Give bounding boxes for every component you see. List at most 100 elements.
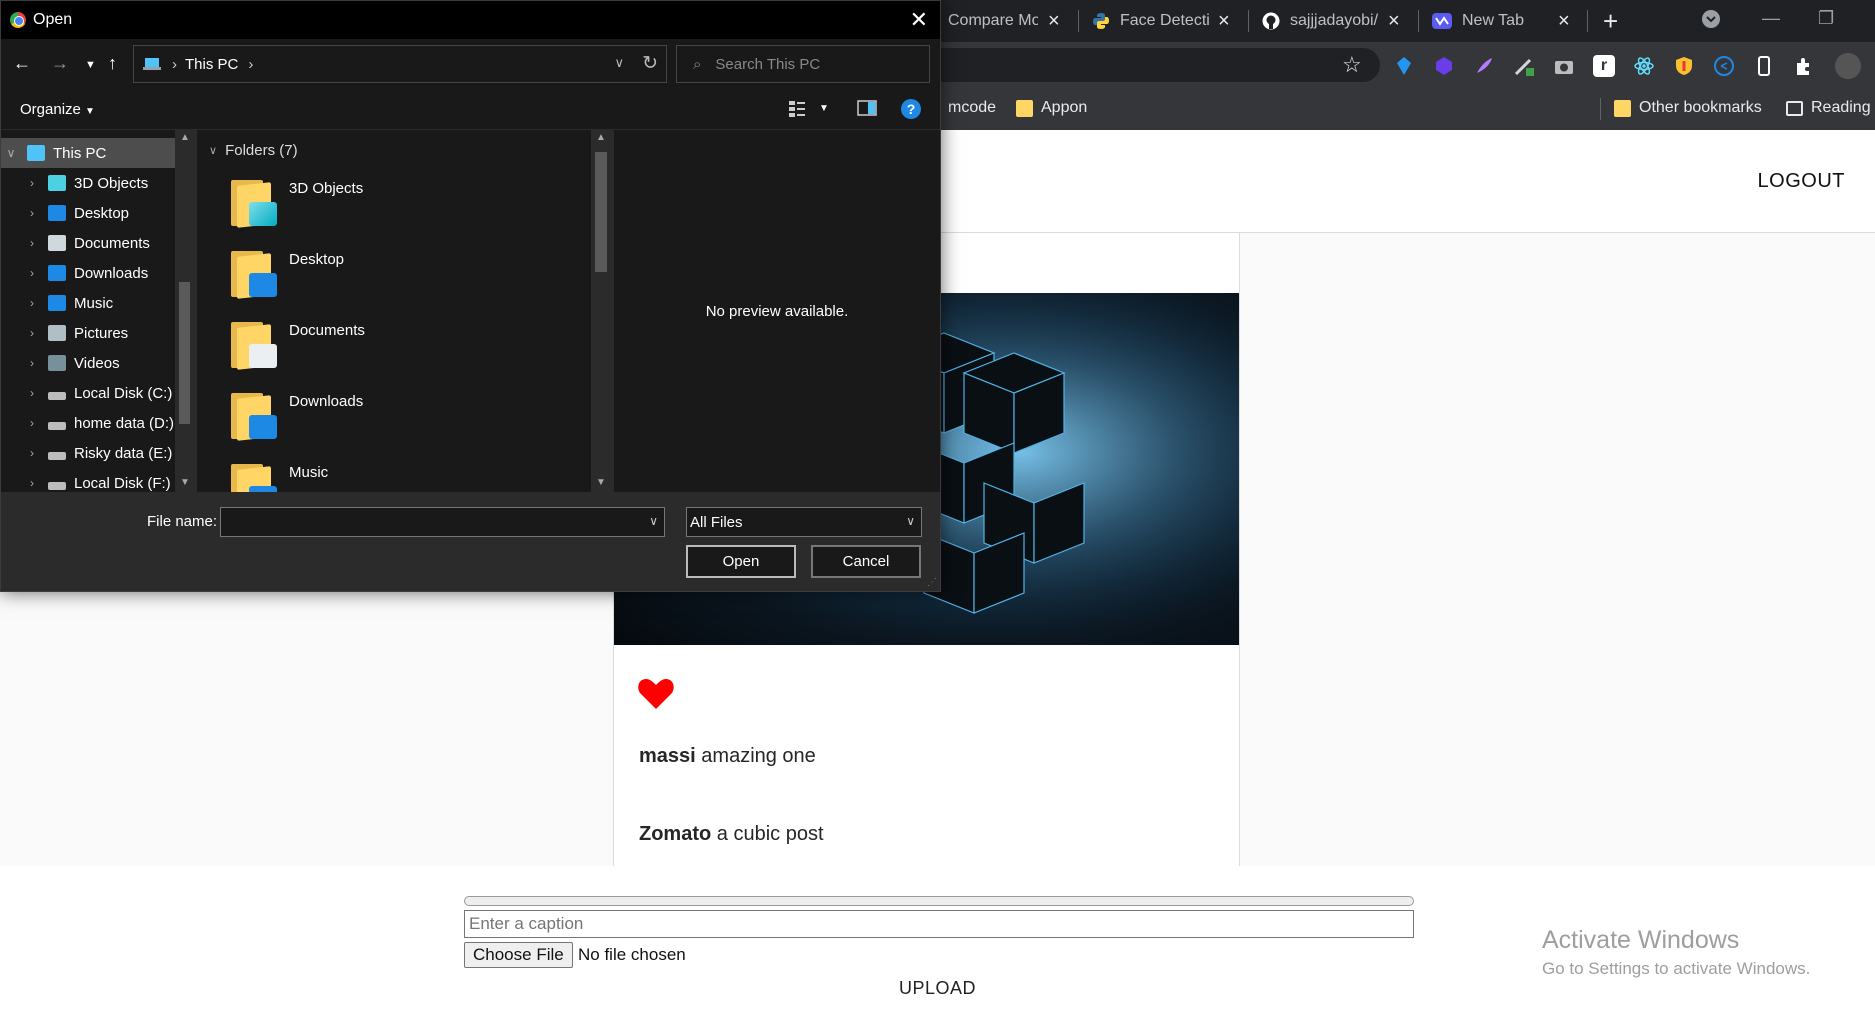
address-path[interactable]: This PC <box>185 56 238 73</box>
refresh-icon[interactable]: ↻ <box>642 52 658 75</box>
upload-button[interactable]: UPLOAD <box>899 978 976 998</box>
file-type-select[interactable]: All Files ∨ <box>686 507 922 537</box>
bookmark-star-icon[interactable]: ☆ <box>1342 52 1362 78</box>
nav-item[interactable]: › Desktop <box>10 198 190 228</box>
extension-shield-icon[interactable] <box>1673 55 1695 77</box>
expand-chevron-icon[interactable]: › <box>22 296 42 310</box>
extension-gem-icon[interactable] <box>1393 55 1415 77</box>
expand-chevron-icon[interactable]: › <box>22 176 42 190</box>
organize-menu-button[interactable]: Organize ▼ <box>20 101 95 118</box>
expand-chevron-icon[interactable]: › <box>22 476 42 490</box>
folders-group-header[interactable]: ∨ Folders (7) <box>209 142 298 159</box>
nav-item[interactable]: › Documents <box>10 228 190 258</box>
view-options-icon[interactable] <box>789 99 811 123</box>
group-collapse-icon: ∨ <box>209 145 218 157</box>
tab-close-icon[interactable]: × <box>1218 10 1230 33</box>
folder-item[interactable]: Desktop <box>231 243 551 303</box>
folder-item[interactable]: Music <box>231 456 551 492</box>
nav-item-label: Music <box>74 294 114 312</box>
file-scroll-thumb[interactable] <box>595 152 607 272</box>
nav-scroll-thumb[interactable] <box>179 282 190 424</box>
bookmark-reading-list[interactable]: Reading l <box>1786 99 1875 117</box>
file-scrollbar[interactable]: ▲ ▼ <box>591 130 611 492</box>
recent-locations-chevron-icon[interactable]: ▼ <box>85 59 96 71</box>
folder-item[interactable]: 3D Objects <box>231 172 551 232</box>
nav-item[interactable]: › Pictures <box>10 318 190 348</box>
bookmark-appon[interactable]: Appon <box>1016 99 1087 117</box>
search-box[interactable]: ⌕ Search This PC <box>676 45 930 83</box>
documents-icon <box>48 235 66 251</box>
bookmark-mcode[interactable]: mcode <box>948 99 996 117</box>
like-heart-icon[interactable] <box>636 673 676 713</box>
nav-item[interactable]: › Music <box>10 288 190 318</box>
extension-feather-icon[interactable] <box>1473 55 1495 77</box>
extension-cube-icon[interactable] <box>1433 55 1455 77</box>
extension-share-icon[interactable] <box>1713 55 1735 77</box>
logout-button[interactable]: LOGOUT <box>1758 170 1845 193</box>
caption-input[interactable] <box>464 910 1414 938</box>
address-dropdown-icon[interactable]: ∨ <box>614 55 624 71</box>
expand-chevron-icon[interactable]: › <box>22 356 42 370</box>
extension-react-icon[interactable] <box>1633 55 1655 77</box>
expanded-chevron-icon[interactable]: ∨ <box>1 146 21 160</box>
extension-pen-icon[interactable] <box>1513 55 1535 77</box>
scroll-up-icon[interactable]: ▲ <box>596 132 606 143</box>
resize-grip-icon[interactable]: ⋰ <box>927 577 937 588</box>
nav-item[interactable]: › home data (D:) <box>10 408 190 438</box>
nav-item[interactable]: › 3D Objects <box>10 168 190 198</box>
nav-item[interactable]: ∨ This PC <box>1 138 181 168</box>
chevron-down-icon[interactable]: ∨ <box>649 514 658 528</box>
file-name-input[interactable]: ∨ <box>220 507 665 537</box>
expand-chevron-icon[interactable]: › <box>22 416 42 430</box>
nav-item[interactable]: › Risky data (E:) <box>10 438 190 468</box>
back-arrow-icon[interactable]: ← <box>13 53 31 74</box>
tab-close-icon[interactable]: × <box>1048 10 1060 33</box>
breadcrumb-chevron-icon[interactable]: › <box>248 56 253 73</box>
bookmark-other-bookmarks[interactable]: Other bookmarks <box>1614 99 1762 117</box>
search-placeholder: Search This PC <box>715 55 821 73</box>
extension-phone-icon[interactable] <box>1753 55 1775 77</box>
downloads-icon <box>48 265 66 281</box>
extension-camera-icon[interactable] <box>1553 55 1575 77</box>
expand-chevron-icon[interactable]: › <box>22 206 42 220</box>
extension-r-icon[interactable]: r <box>1593 55 1615 77</box>
expand-chevron-icon[interactable]: › <box>22 236 42 250</box>
scroll-up-icon[interactable]: ▲ <box>180 132 190 143</box>
tab-close-icon[interactable]: × <box>1558 10 1570 33</box>
nav-item[interactable]: › Videos <box>10 348 190 378</box>
comment-item: Zomato a cubic post <box>639 823 824 846</box>
preview-pane-icon[interactable] <box>857 99 877 121</box>
expand-chevron-icon[interactable]: › <box>22 326 42 340</box>
folder-item[interactable]: Documents <box>231 314 551 374</box>
watermark-title: Activate Windows <box>1542 926 1740 954</box>
close-icon[interactable]: ✕ <box>910 7 928 33</box>
nav-scrollbar[interactable]: ▲ ▼ <box>175 130 194 492</box>
extensions-puzzle-icon[interactable] <box>1793 55 1815 77</box>
expand-chevron-icon[interactable]: › <box>22 386 42 400</box>
minimize-icon[interactable]: — <box>1762 8 1780 29</box>
up-arrow-icon[interactable]: ↑ <box>108 53 117 74</box>
new-tab-plus-icon[interactable]: + <box>1603 6 1618 37</box>
chevron-down-icon[interactable]: ∨ <box>906 514 915 528</box>
nav-item[interactable]: › Local Disk (F:) <box>10 468 190 492</box>
address-bar[interactable]: › This PC › ∨ ↻ <box>133 45 667 83</box>
folder-item[interactable]: Downloads <box>231 385 551 445</box>
tab-close-icon[interactable]: × <box>1388 10 1400 33</box>
profile-avatar-icon[interactable] <box>1835 53 1861 79</box>
choose-file-button[interactable]: Choose File <box>464 942 573 968</box>
view-dropdown-icon[interactable]: ▼ <box>819 103 829 114</box>
expand-chevron-icon[interactable]: › <box>22 446 42 460</box>
nav-item[interactable]: › Downloads <box>10 258 190 288</box>
scroll-down-icon[interactable]: ▼ <box>596 477 606 488</box>
forward-arrow-icon[interactable]: → <box>51 53 69 74</box>
cancel-button[interactable]: Cancel <box>811 545 921 578</box>
dialog-footer: File name: ∨ All Files ∨ Open Cancel ⋰ <box>1 492 940 591</box>
restore-icon[interactable]: ❐ <box>1818 8 1834 29</box>
open-button[interactable]: Open <box>686 545 796 578</box>
help-icon[interactable]: ? <box>901 99 921 119</box>
tab-search-icon[interactable] <box>1702 10 1720 33</box>
nav-item[interactable]: › Local Disk (C:) <box>10 378 190 408</box>
bookmarks-separator <box>1600 98 1601 120</box>
expand-chevron-icon[interactable]: › <box>22 266 42 280</box>
scroll-down-icon[interactable]: ▼ <box>180 477 190 488</box>
